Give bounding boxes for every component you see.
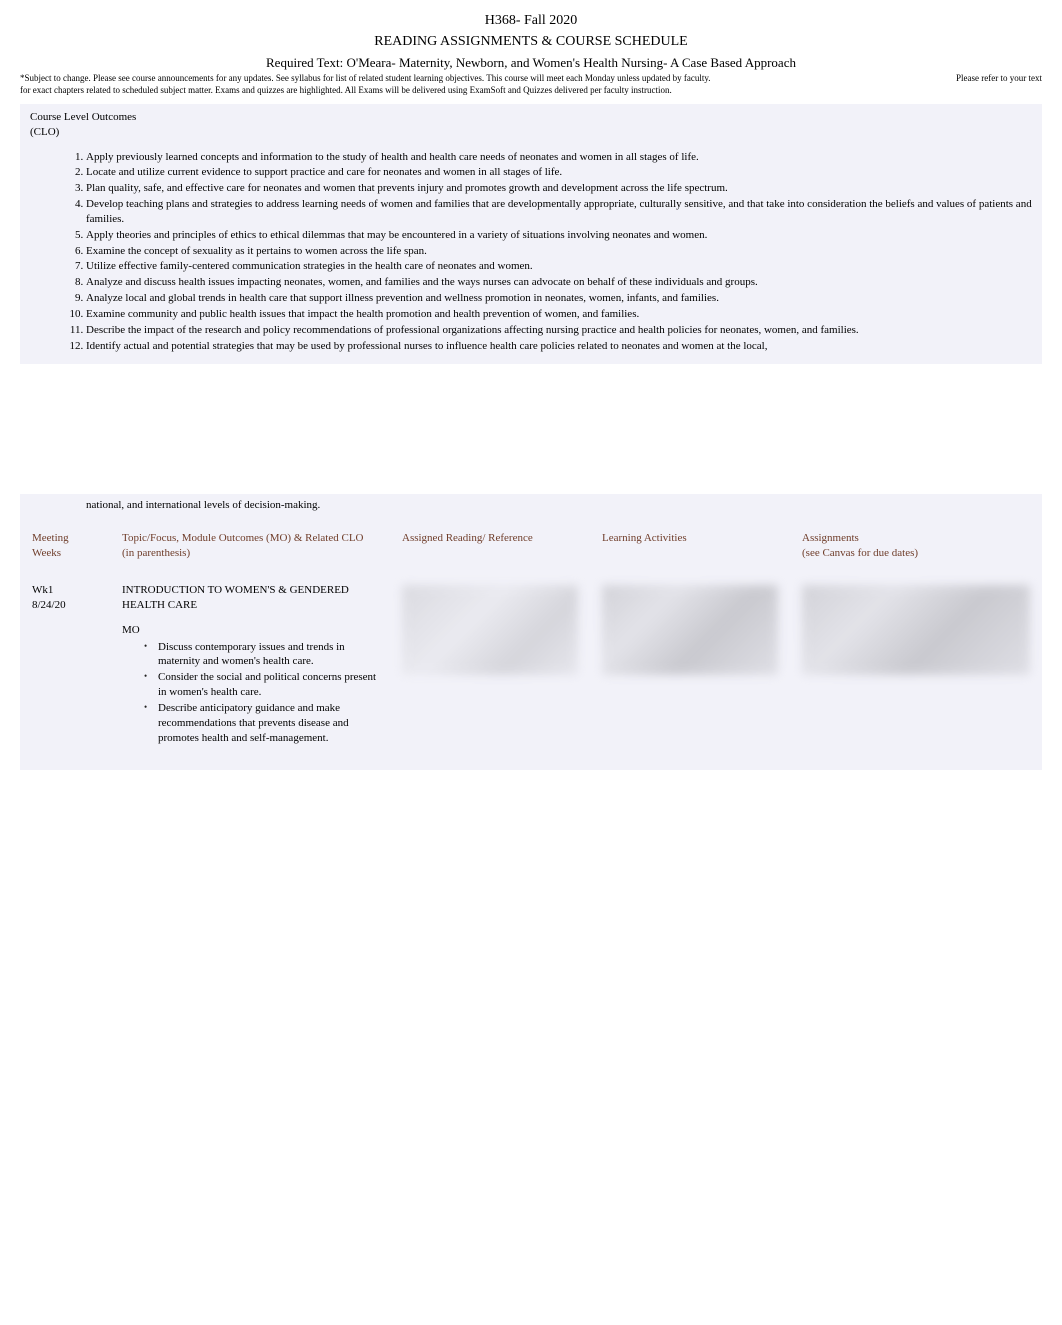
cell-topic: INTRODUCTION TO WOMEN'S & GENDERED HEALT… [110, 573, 390, 756]
cell-reading [390, 573, 590, 756]
document-subtitle: READING ASSIGNMENTS & COURSE SCHEDULE [20, 33, 1042, 52]
fineprint-block: Please refer to your text *Subject to ch… [20, 73, 1042, 96]
clo-item: Describe the impact of the research and … [86, 323, 1032, 338]
clo-paren: (CLO) [30, 125, 1032, 140]
col-header-learning: Learning Activities [590, 519, 790, 573]
col-header-reading: Assigned Reading/ Reference [390, 519, 590, 573]
clo-continuation: national, and international levels of de… [20, 494, 1042, 519]
clo-item: Utilize effective family-centered commun… [86, 259, 1032, 274]
fineprint-refer: Please refer to your text [956, 73, 1042, 84]
clo-item: Examine community and public health issu… [86, 307, 1032, 322]
clo-item: Plan quality, safe, and effective care f… [86, 181, 1032, 196]
fineprint-main: *Subject to change. Please see course an… [20, 73, 711, 83]
cell-assignments [790, 573, 1042, 756]
clo-item: Identify actual and potential strategies… [86, 339, 1032, 354]
clo-item: Examine the concept of sexuality as it p… [86, 244, 1032, 259]
fineprint-line2: for exact chapters related to scheduled … [20, 85, 672, 95]
mo-list: Discuss contemporary issues and trends i… [122, 640, 378, 746]
mo-item: Describe anticipatory guidance and make … [144, 701, 378, 746]
clo-list: Apply previously learned concepts and in… [30, 150, 1032, 354]
mo-item: Consider the social and political concer… [144, 670, 378, 700]
col-header-topic-line1: Topic/Focus, Module Outcomes (MO) & Rela… [122, 532, 364, 544]
blurred-content [402, 585, 578, 675]
clo-item: Locate and utilize current evidence to s… [86, 165, 1032, 180]
topic-title: INTRODUCTION TO WOMEN'S & GENDERED HEALT… [122, 583, 378, 613]
blurred-content [802, 585, 1030, 675]
week-label: Wk1 [32, 584, 53, 596]
cell-learning [590, 573, 790, 756]
clo-item: Apply theories and principles of ethics … [86, 228, 1032, 243]
mo-label: MO [122, 623, 378, 638]
clo-item: Analyze local and global trends in healt… [86, 291, 1032, 306]
schedule-table: Meeting Weeks Topic/Focus, Module Outcom… [20, 519, 1042, 770]
col-header-topic: Topic/Focus, Module Outcomes (MO) & Rela… [110, 519, 390, 573]
clo-section: Course Level Outcomes (CLO) Apply previo… [20, 104, 1042, 365]
clo-item: Analyze and discuss health issues impact… [86, 275, 1032, 290]
table-row: Wk1 8/24/20 INTRODUCTION TO WOMEN'S & GE… [20, 573, 1042, 756]
col-header-assignments: Assignments (see Canvas for due dates) [790, 519, 1042, 573]
required-text-line: Required Text: O'Meara- Maternity, Newbo… [20, 54, 1042, 72]
blurred-content [602, 585, 778, 675]
course-code-title: H368- Fall 2020 [20, 12, 1042, 31]
clo-item: Develop teaching plans and strategies to… [86, 197, 1032, 227]
schedule-header-row: Meeting Weeks Topic/Focus, Module Outcom… [20, 519, 1042, 573]
table-row-spacer [20, 756, 1042, 770]
col-header-meeting: Meeting Weeks [20, 519, 110, 573]
clo-item: Apply previously learned concepts and in… [86, 150, 1032, 165]
col-header-topic-paren: (in parenthesis) [122, 547, 190, 559]
col-header-assign-sub: (see Canvas for due dates) [802, 547, 918, 559]
week-date: 8/24/20 [32, 599, 66, 611]
mo-item: Discuss contemporary issues and trends i… [144, 640, 378, 670]
col-header-assign-line1: Assignments [802, 532, 859, 544]
clo-heading: Course Level Outcomes [30, 110, 1032, 125]
cell-meeting: Wk1 8/24/20 [20, 573, 110, 756]
